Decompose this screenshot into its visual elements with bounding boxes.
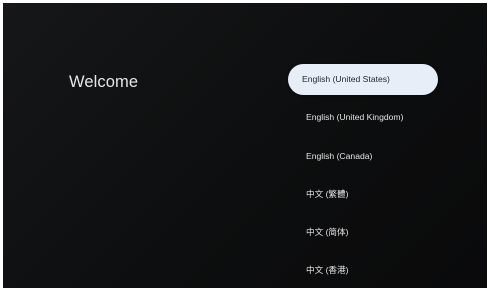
language-option-zh-hk[interactable]: 中文 (香港) <box>288 255 438 286</box>
setup-screen: Welcome English (United States) English … <box>3 3 487 288</box>
language-option-zh-cn[interactable]: 中文 (简体) <box>288 217 438 248</box>
language-list: English (United States) English (United … <box>288 64 438 288</box>
language-option-en-us[interactable]: English (United States) <box>288 64 438 95</box>
language-option-zh-tw[interactable]: 中文 (繁體) <box>288 179 438 210</box>
language-option-en-gb[interactable]: English (United Kingdom) <box>288 102 438 133</box>
language-option-en-ca[interactable]: English (Canada) <box>288 141 438 172</box>
page-title: Welcome <box>69 73 139 91</box>
